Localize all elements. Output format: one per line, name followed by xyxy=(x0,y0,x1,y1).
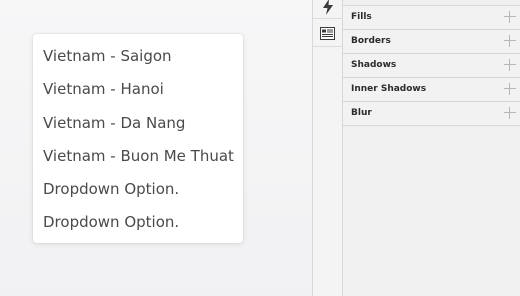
plus-icon[interactable] xyxy=(504,11,516,23)
section-inner-shadows[interactable]: Inner Shadows xyxy=(343,78,520,102)
dropdown-option-generic-1[interactable]: Dropdown Option. xyxy=(33,173,243,206)
dropdown-option-generic-2[interactable]: Dropdown Option. xyxy=(33,206,243,239)
tool-divider xyxy=(313,18,342,19)
section-label: Blur xyxy=(351,108,372,118)
section-label: Shadows xyxy=(351,60,397,70)
app-window: Vietnam - Saigon Vietnam - Hanoi Vietnam… xyxy=(0,0,520,296)
plus-icon[interactable] xyxy=(504,59,516,71)
bolt-icon xyxy=(322,0,333,15)
section-fills[interactable]: Fills xyxy=(343,6,520,30)
dropdown-option-hanoi[interactable]: Vietnam - Hanoi xyxy=(33,73,243,106)
section-label: Inner Shadows xyxy=(351,84,427,94)
inspector-panel: Fills Borders Shadows Inner Shadows Blur xyxy=(343,0,520,296)
layout-list-icon xyxy=(320,26,335,40)
prototype-button[interactable] xyxy=(313,0,342,18)
dropdown-menu: Vietnam - Saigon Vietnam - Hanoi Vietnam… xyxy=(33,34,243,243)
section-shadows[interactable]: Shadows xyxy=(343,54,520,78)
plus-icon[interactable] xyxy=(504,35,516,47)
section-borders[interactable]: Borders xyxy=(343,30,520,54)
section-label: Borders xyxy=(351,36,391,46)
section-label: Fills xyxy=(351,12,372,22)
section-blur[interactable]: Blur xyxy=(343,102,520,126)
canvas-area[interactable]: Vietnam - Saigon Vietnam - Hanoi Vietnam… xyxy=(0,0,312,296)
inspector-tool-column xyxy=(312,0,343,296)
dropdown-option-buon-me-thuat[interactable]: Vietnam - Buon Me Thuat xyxy=(33,140,243,173)
plus-icon[interactable] xyxy=(504,107,516,119)
dropdown-option-da-nang[interactable]: Vietnam - Da Nang xyxy=(33,107,243,140)
dropdown-option-saigon[interactable]: Vietnam - Saigon xyxy=(33,40,243,73)
layout-button[interactable] xyxy=(313,22,342,44)
plus-icon[interactable] xyxy=(504,83,516,95)
tool-divider xyxy=(313,46,342,47)
